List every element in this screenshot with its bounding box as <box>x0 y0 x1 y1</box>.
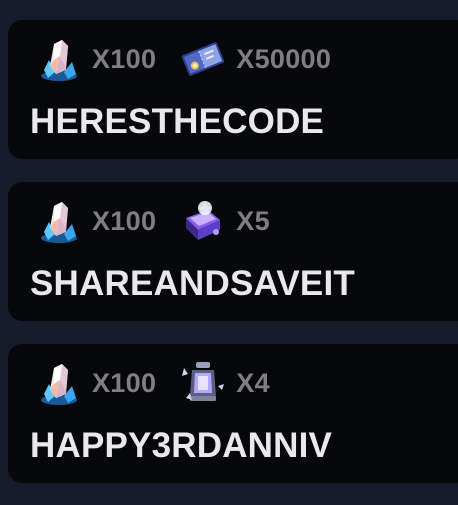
ticket-icon <box>182 42 225 76</box>
redeem-code-text[interactable]: SHAREANDSAVEIT <box>30 264 355 304</box>
reward-quantity: X100 <box>92 205 157 236</box>
reward-quantity: X100 <box>92 367 157 398</box>
redeem-code-text[interactable]: HERESTHECODE <box>30 102 324 142</box>
crystal-icon <box>41 364 77 405</box>
reward-item: X5 <box>178 198 270 244</box>
reward-row: X100 X5 <box>34 198 292 244</box>
crystal-icon <box>41 202 77 243</box>
reward-quantity: X100 <box>92 43 157 74</box>
redeem-code-text[interactable]: HAPPY3RDANNIV <box>30 426 332 466</box>
reward-item: X4 <box>178 360 270 406</box>
reward-row: X100 X4 <box>34 360 292 406</box>
reward-quantity: X4 <box>236 367 270 398</box>
reward-item: X100 <box>34 198 156 244</box>
reward-item: X100 <box>34 360 156 406</box>
lantern-icon <box>182 362 225 401</box>
code-card[interactable]: X100 X50000 HERESTHECODE <box>8 20 458 159</box>
reward-row: X100 X50000 <box>34 36 353 82</box>
reward-item: X50000 <box>178 36 331 82</box>
reward-quantity: X5 <box>236 205 270 236</box>
spellbook-icon <box>186 201 221 240</box>
code-card[interactable]: X100 X4 HAPPY3RDANNIV <box>8 344 458 483</box>
reward-item: X100 <box>34 36 156 82</box>
code-card[interactable]: X100 X5 SHAREANDSAVEIT <box>8 182 458 321</box>
crystal-icon <box>41 40 77 81</box>
reward-quantity: X50000 <box>236 43 332 74</box>
